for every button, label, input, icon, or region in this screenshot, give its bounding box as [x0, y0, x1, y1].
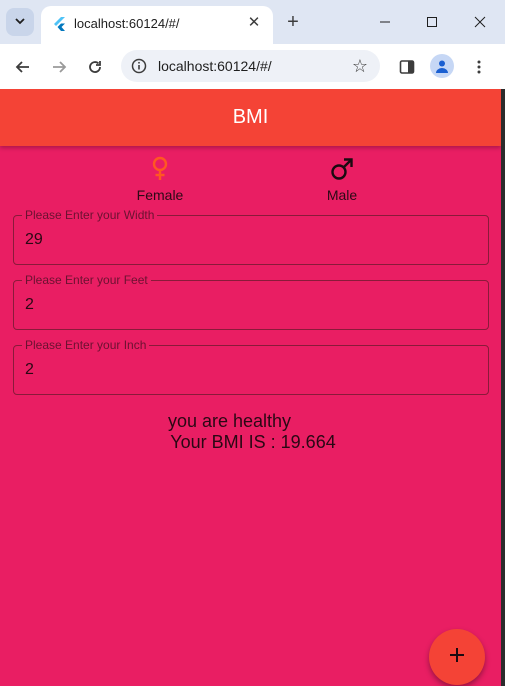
male-icon [292, 156, 392, 184]
health-status: you are healthy [167, 411, 292, 431]
gender-female-option[interactable]: Female [110, 156, 210, 203]
forward-arrow-icon[interactable] [48, 56, 70, 78]
star-icon[interactable]: ☆ [352, 56, 368, 77]
tab-search-button[interactable] [6, 8, 34, 36]
plus-icon[interactable]: + [282, 11, 304, 33]
info-icon[interactable] [131, 58, 147, 74]
flutter-icon [53, 17, 67, 31]
width-field[interactable]: Please Enter your Width 29 [13, 208, 489, 265]
back-arrow-icon[interactable] [12, 56, 34, 78]
app-title: BMI [232, 106, 269, 128]
plus-icon [448, 646, 466, 669]
reload-icon[interactable] [84, 56, 106, 78]
gender-male-option[interactable]: Male [292, 156, 392, 203]
feet-field[interactable]: Please Enter your Feet 2 [13, 273, 489, 330]
tab-title: localhost:60124/#/ [74, 16, 180, 31]
close-icon[interactable]: ✕ [245, 14, 263, 32]
bmi-app: BMI Female Male Please Enter your Width … [0, 89, 501, 686]
width-field-value[interactable]: 29 [25, 231, 43, 249]
inch-field-label: Please Enter your Inch [22, 338, 150, 352]
app-bar: BMI [0, 89, 501, 146]
male-label: Male [326, 187, 358, 203]
feet-field-value[interactable]: 2 [25, 296, 34, 314]
bmi-result: Your BMI IS : 19.664 [170, 432, 336, 452]
feet-field-label: Please Enter your Feet [22, 273, 151, 287]
inch-field-value[interactable]: 2 [25, 361, 34, 379]
maximize-icon[interactable] [419, 10, 445, 34]
close-window-icon[interactable] [467, 10, 493, 34]
address-text: localhost:60124/#/ [158, 58, 272, 74]
more-vert-icon[interactable] [468, 56, 490, 78]
profile-icon[interactable] [430, 54, 454, 78]
address-bar[interactable]: localhost:60124/#/ ☆ [121, 50, 380, 82]
female-icon [110, 156, 210, 184]
window-edge [501, 89, 505, 686]
minimize-icon[interactable] [372, 10, 398, 34]
female-label: Female [136, 187, 184, 203]
calculate-fab[interactable] [429, 629, 485, 685]
browser-toolbar: localhost:60124/#/ ☆ [0, 44, 505, 89]
inch-field[interactable]: Please Enter your Inch 2 [13, 338, 489, 395]
width-field-label: Please Enter your Width [22, 208, 158, 222]
chevron-down-icon [14, 15, 26, 30]
browser-tab-strip: localhost:60124/#/ ✕ + [0, 0, 505, 44]
side-panel-icon[interactable] [396, 56, 418, 78]
browser-tab[interactable]: localhost:60124/#/ ✕ [41, 6, 273, 44]
